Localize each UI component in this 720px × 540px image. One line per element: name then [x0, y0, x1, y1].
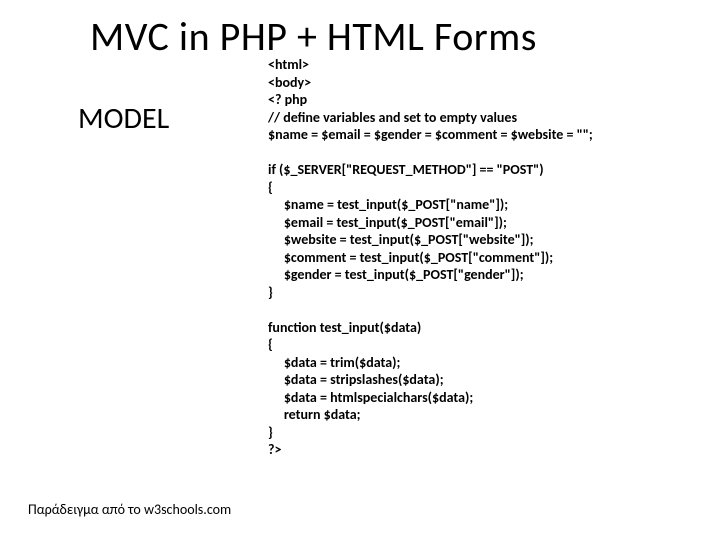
slide: MVC in PHP + HTML Forms MODEL <html> <bo…: [0, 0, 720, 540]
footnote: Παράδειγμα από το w3schools.com: [28, 501, 231, 518]
code-block: <html> <body> <? php // define variables…: [268, 56, 688, 459]
page-title: MVC in PHP + HTML Forms: [90, 12, 537, 61]
model-heading: MODEL: [78, 100, 169, 137]
